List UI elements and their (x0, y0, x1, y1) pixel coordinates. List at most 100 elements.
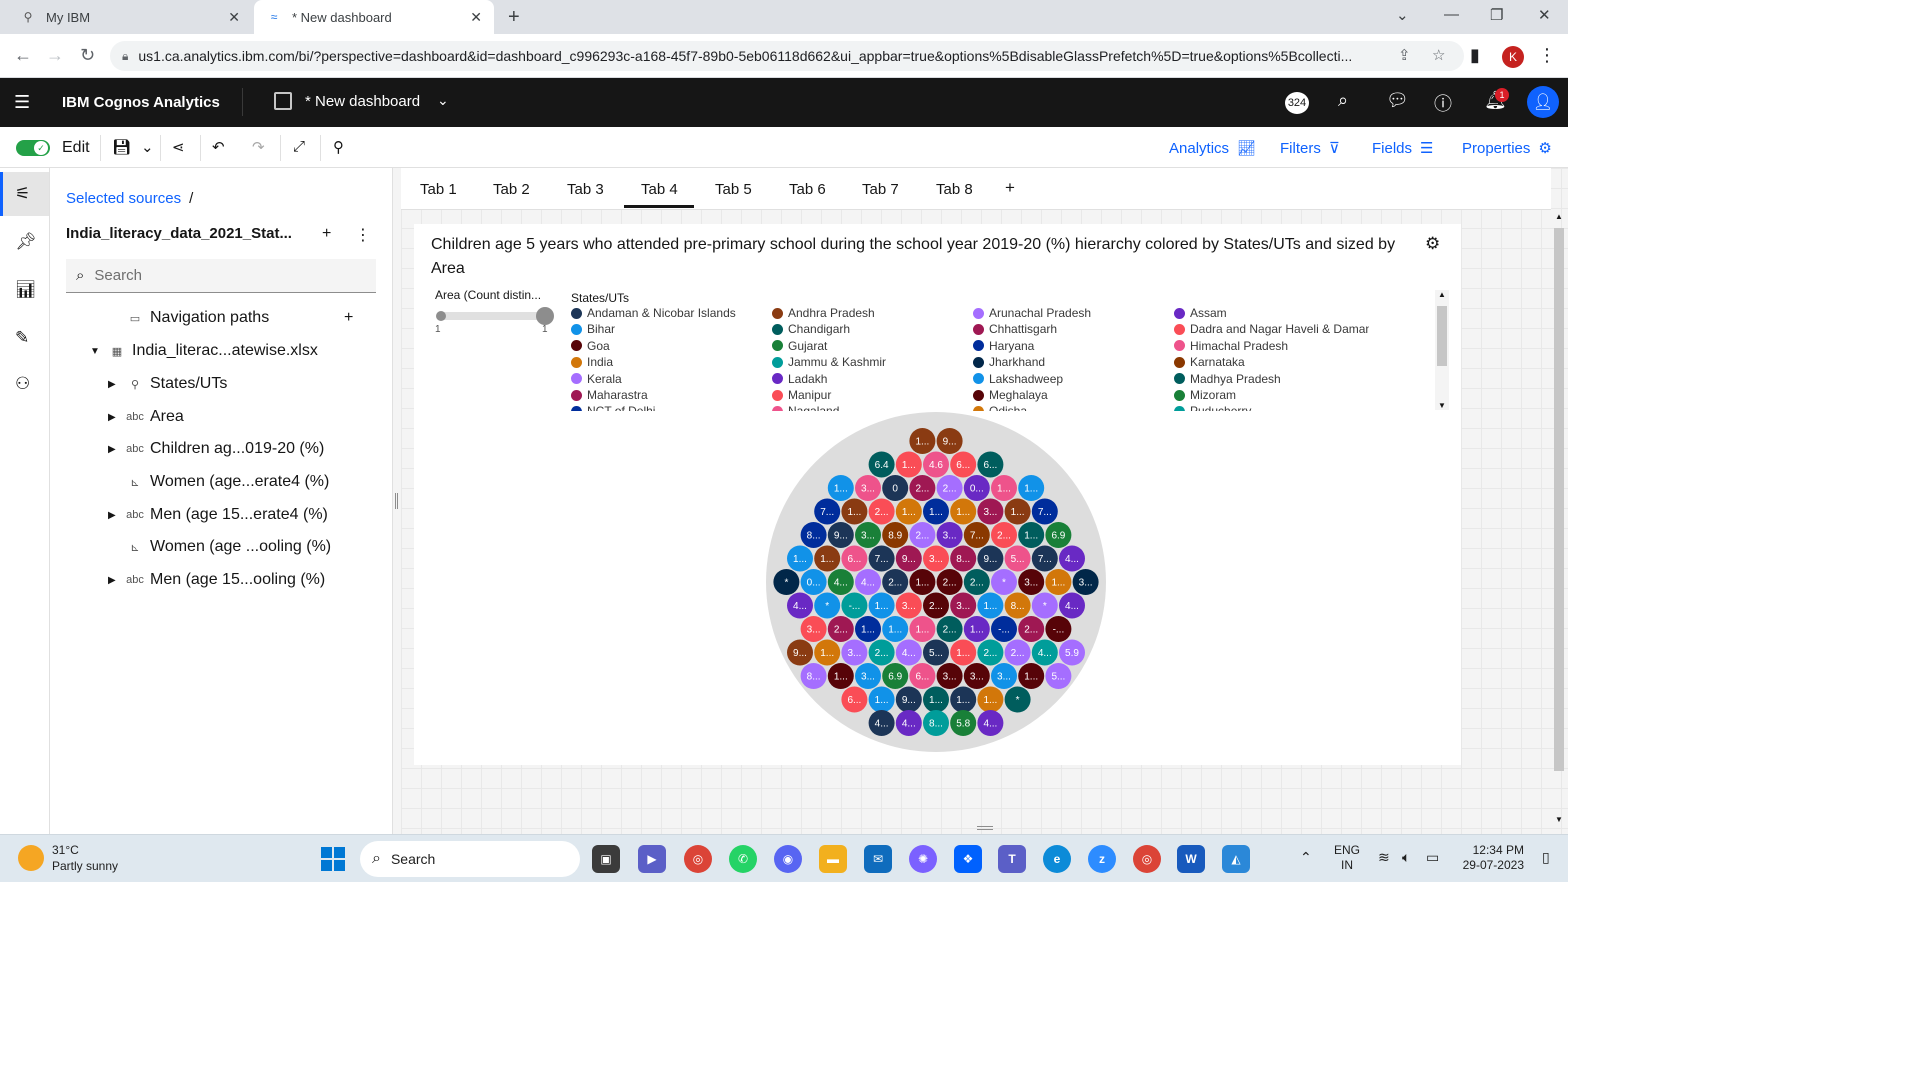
bubble[interactable] (991, 475, 1017, 501)
bubble[interactable] (1018, 475, 1045, 501)
breadcrumb-link[interactable]: Selected sources (66, 190, 181, 207)
bubble[interactable] (1045, 522, 1072, 548)
data-sources-icon[interactable]: ⚟ (15, 184, 30, 204)
expand-arrow-icon[interactable]: ▶ (108, 510, 124, 521)
bubble[interactable] (827, 475, 854, 501)
back-button[interactable]: ← (14, 45, 32, 66)
tree-item[interactable]: ▶ abc Men (age 15...erate4 (%) (108, 506, 328, 524)
whatsapp-icon[interactable]: ✆ (729, 845, 757, 873)
scroll-down-icon[interactable]: ▼ (1438, 401, 1446, 410)
legend-item[interactable]: Karnataka (1174, 355, 1369, 369)
tree-item[interactable]: ▭ Navigation paths (108, 309, 269, 327)
discord-icon[interactable]: ◉ (774, 845, 802, 873)
sidepanel-icon[interactable]: ▮ (1470, 45, 1480, 66)
bubble[interactable] (882, 475, 909, 501)
help-icon[interactable]: ⓘ (1434, 90, 1452, 116)
expand-arrow-icon[interactable]: ▼ (90, 346, 106, 357)
assistant-icon[interactable]: ⚇ (15, 374, 30, 394)
bubble[interactable] (868, 639, 895, 666)
bubble[interactable] (800, 569, 827, 595)
bubble[interactable] (882, 522, 909, 548)
tree-item[interactable]: ▶ abc Men (age 15...ooling (%) (108, 571, 325, 589)
bubble[interactable] (977, 498, 1004, 525)
share-icon[interactable]: ⇪ (1398, 46, 1411, 64)
bubble[interactable] (991, 522, 1017, 548)
bubble[interactable] (1031, 498, 1058, 525)
close-icon[interactable]: ✕ (470, 9, 482, 26)
bubble[interactable] (1045, 569, 1072, 595)
tab-3[interactable]: Tab 3 (567, 181, 604, 198)
tab-6[interactable]: Tab 6 (789, 181, 826, 198)
legend-item[interactable]: Himachal Pradesh (1174, 339, 1369, 353)
word-icon[interactable]: W (1177, 845, 1205, 873)
bubble[interactable] (909, 475, 936, 501)
bubble[interactable] (1018, 569, 1045, 595)
bubble[interactable] (787, 592, 813, 619)
bubble[interactable] (800, 616, 827, 642)
expand-arrow-icon[interactable]: ▶ (108, 575, 124, 586)
task-view-icon[interactable]: ▣ (592, 845, 620, 873)
legend-item[interactable]: Ladakh (772, 372, 967, 386)
tab-5[interactable]: Tab 5 (715, 181, 752, 198)
bubble[interactable] (950, 710, 977, 736)
bubble[interactable] (1059, 545, 1085, 572)
chevron-up-icon[interactable]: ⌃ (1300, 849, 1312, 866)
legend-item[interactable]: Dadra and Nagar Haveli & Daman ... (1174, 322, 1369, 336)
bubble[interactable] (773, 569, 800, 595)
add-navigation-path-button[interactable]: + (344, 309, 353, 327)
legend-item[interactable]: Andaman & Nicobar Islands (571, 306, 766, 320)
breadcrumb[interactable]: Selected sources / (66, 190, 193, 207)
legend-item[interactable]: Puducherry (1174, 404, 1369, 411)
bubble[interactable] (855, 616, 881, 642)
hamburger-icon[interactable]: ☰ (14, 92, 30, 113)
chevron-down-icon[interactable]: ⌄ (437, 92, 449, 109)
notification-center-icon[interactable]: ▯ (1542, 849, 1550, 866)
more-options-icon[interactable]: ⋮ (355, 225, 371, 245)
bubble[interactable] (1031, 545, 1058, 572)
dropbox-icon[interactable]: ❖ (954, 845, 982, 873)
bubble[interactable] (800, 522, 827, 548)
close-icon[interactable]: ✕ (228, 9, 240, 26)
forward-button[interactable]: → (46, 45, 64, 66)
weather-icon[interactable] (18, 845, 44, 871)
bubble[interactable] (841, 592, 868, 619)
bubble[interactable] (977, 592, 1004, 619)
scroll-thumb[interactable] (1437, 306, 1447, 366)
bubble[interactable] (950, 592, 977, 619)
tab-7[interactable]: Tab 7 (862, 181, 899, 198)
bubble[interactable] (868, 498, 895, 525)
bubble[interactable] (841, 545, 868, 572)
reload-button[interactable]: ↻ (80, 45, 95, 66)
bubble[interactable] (1018, 522, 1045, 548)
browser-tab-myibm[interactable]: ⚲ My IBM ✕ (8, 0, 252, 34)
bubble[interactable] (868, 451, 895, 478)
bubble[interactable] (991, 616, 1017, 642)
analytics-button[interactable]: Analytics 📈︎ (1169, 139, 1256, 158)
bubble[interactable] (977, 639, 1004, 666)
bubble[interactable] (963, 663, 990, 689)
bubble[interactable] (991, 663, 1017, 689)
legend-item[interactable]: Chhattisgarh (973, 322, 1168, 336)
bubble[interactable] (1004, 686, 1031, 713)
wifi-icon[interactable]: ≋ (1378, 849, 1390, 866)
bubble[interactable] (1031, 592, 1058, 619)
bubble[interactable] (841, 686, 868, 713)
bubble[interactable] (936, 569, 963, 595)
visualizations-icon[interactable]: 📊︎ (15, 280, 37, 300)
chrome-icon[interactable]: ◎ (684, 845, 712, 873)
chat-icon[interactable]: 💬︎ (1386, 90, 1409, 111)
bubble[interactable] (787, 639, 813, 666)
bubble[interactable] (950, 545, 977, 572)
tree-item[interactable]: ▶ abc Area (108, 408, 184, 426)
redo-icon[interactable]: ↷ (252, 138, 265, 156)
bubble[interactable] (950, 686, 977, 713)
legend-item[interactable]: Chandigarh (772, 322, 967, 336)
expand-arrow-icon[interactable]: ▶ (108, 379, 124, 390)
bubble[interactable] (895, 639, 922, 666)
chevron-down-icon[interactable]: ⌄ (1396, 6, 1409, 24)
tab-2[interactable]: Tab 2 (493, 181, 530, 198)
bubble[interactable] (814, 498, 841, 525)
edge-icon[interactable]: e (1043, 845, 1071, 873)
tree-item[interactable]: ▼ ▦ India_literac...atewise.xlsx (90, 342, 318, 360)
tree-item[interactable]: ⊾ Women (age...erate4 (%) (108, 473, 329, 491)
